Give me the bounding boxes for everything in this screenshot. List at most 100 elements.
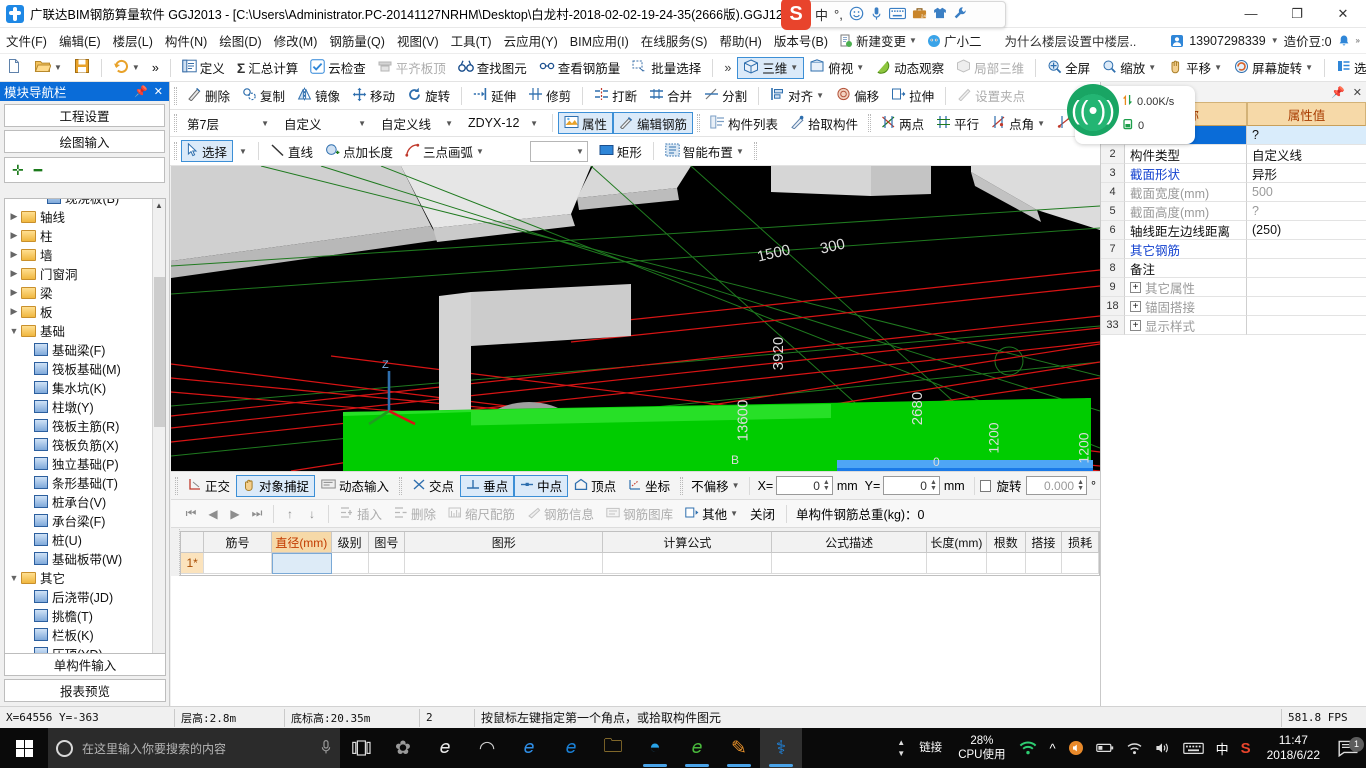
select-tool-button[interactable]: 选择 <box>181 140 234 162</box>
chevron-down-icon[interactable]: ▼ <box>7 573 21 583</box>
table-cell-6[interactable] <box>603 553 773 574</box>
chevron-right-icon[interactable]: ▶ <box>7 287 21 298</box>
category-chevron-down-icon[interactable]: ▼ <box>358 119 366 128</box>
close-button[interactable]: ✕ <box>1320 0 1366 28</box>
snap-intersection[interactable]: 交点 <box>406 475 460 497</box>
tree-item-10[interactable]: 集水坑(K) <box>5 378 165 397</box>
align-chevron-down-icon[interactable]: ▼ <box>816 91 824 100</box>
zoom-button[interactable]: 缩放 ▼ <box>1096 57 1162 79</box>
tree-item-2[interactable]: ▶ 柱 <box>5 226 165 245</box>
x-spinner[interactable]: ▲ ▼ <box>823 479 830 492</box>
menu-file[interactable]: 文件(F) <box>0 28 53 53</box>
chevron-down-icon[interactable]: ▼ <box>909 36 917 45</box>
snapbar-grip[interactable] <box>175 476 178 495</box>
tree-item-21[interactable]: 后浇带(JD) <box>5 587 165 606</box>
menu-cloud-apps[interactable]: 云应用(Y) <box>498 28 564 53</box>
point-angle-chevron-down-icon[interactable]: ▼ <box>1037 119 1045 128</box>
rotate-chevron-down-icon[interactable]: ▼ <box>1305 63 1313 72</box>
property-value[interactable]: 异形 <box>1247 164 1366 183</box>
scale-rebar-button[interactable]: 缩尺配筋 <box>442 503 521 525</box>
extend-button[interactable]: 延伸 <box>467 85 522 107</box>
ime-punctuation-icon[interactable]: °, <box>834 7 843 22</box>
property-row-10[interactable]: 33 + 显示样式 <box>1101 316 1366 335</box>
column-header-7[interactable]: 公式描述 <box>772 532 927 553</box>
draw-style-chevron-down-icon[interactable]: ▼ <box>576 147 584 156</box>
menu-component[interactable]: 构件(N) <box>159 28 213 53</box>
tree-item-1[interactable]: ▶ 轴线 <box>5 207 165 226</box>
property-value[interactable]: (250) <box>1247 221 1366 240</box>
toolbar-grip[interactable] <box>697 114 701 132</box>
tray-scroll-arrows[interactable]: ▲ ▼ <box>891 737 911 759</box>
property-row-4[interactable]: 5 截面高度(mm)? <box>1101 202 1366 221</box>
toolbar-grip[interactable] <box>868 114 872 132</box>
column-header-1[interactable]: 筋号 <box>204 532 272 553</box>
chevron-right-icon[interactable]: ▶ <box>7 211 21 222</box>
menu-online-service[interactable]: 在线服务(S) <box>635 28 714 53</box>
cloud-check-button[interactable]: 云检查 <box>304 57 372 79</box>
tree-item-6[interactable]: ▶ 板 <box>5 302 165 321</box>
merge-button[interactable]: 合并 <box>643 85 698 107</box>
chevron-down-icon[interactable]: ▼ <box>7 326 21 336</box>
ime-tray-mode[interactable]: 中 <box>1210 739 1235 758</box>
ime-emoji-icon[interactable] <box>849 6 864 24</box>
view-rebar-qty-button[interactable]: 查看钢筋量 <box>533 57 627 79</box>
line-tool-button[interactable]: 直线 <box>264 140 319 162</box>
table-cell-2[interactable] <box>271 553 332 574</box>
minimize-button[interactable]: — <box>1228 0 1274 28</box>
menu-view[interactable]: 视图(V) <box>391 28 445 53</box>
draw-style-combo[interactable]: ▼ <box>529 140 588 162</box>
app-ggj-icon[interactable]: ⚕ <box>760 728 802 768</box>
orbit-button[interactable]: 动态观察 <box>870 57 950 79</box>
select-chevron-down-icon[interactable]: ▼ <box>233 147 253 156</box>
project-settings-button[interactable]: 工程设置 <box>4 104 165 127</box>
column-header-4[interactable]: 图号 <box>368 532 406 553</box>
windows-start-icon[interactable] <box>0 728 48 768</box>
component-tree[interactable]: 现浇板(B) ▶ 轴线 ▶ 柱 ▶ 墙 ▶ 门窗洞 ▶ 梁 ▶ 板 ▼ 基础 基础梁(F) 筏板基础(M) 集水坑… <box>4 198 166 673</box>
snapbar-grip[interactable] <box>399 476 403 495</box>
browser-ie-icon[interactable]: 𝑒 <box>550 728 592 768</box>
tree-item-15[interactable]: 条形基础(T) <box>5 473 165 492</box>
move-button[interactable]: 移动 <box>346 85 401 107</box>
table-cell-5[interactable] <box>405 553 604 574</box>
column-header-11[interactable]: 损耗 <box>1062 532 1099 553</box>
bell-icon[interactable] <box>1337 34 1351 48</box>
split-button[interactable]: 分割 <box>698 85 753 107</box>
battery-icon[interactable] <box>1090 742 1120 754</box>
undo-chevron-down-icon[interactable]: ▼ <box>132 63 140 72</box>
nav-up-icon[interactable]: ↑ <box>279 507 301 521</box>
property-row-3[interactable]: 4 截面宽度(mm) 500 <box>1101 183 1366 202</box>
property-value[interactable]: 自定义线 <box>1247 145 1366 164</box>
new-file-button[interactable] <box>0 57 28 79</box>
model-viewport[interactable]: Z 21500300392013600268012001200B0 <box>171 166 1100 471</box>
snapbar-grip[interactable] <box>680 476 684 495</box>
table-cell-10[interactable] <box>1025 553 1063 574</box>
promo-link[interactable]: 为什么楼层设置中楼层.. <box>1004 31 1136 50</box>
rebar-table[interactable]: 筋号 直径(mm) 级别 图号 图形 计算公式 公式描述 长度(mm) 根数 搭接 损耗 1* <box>180 531 1100 576</box>
expand-icon[interactable]: + <box>1130 319 1141 331</box>
chevron-right-icon[interactable]: ▶ <box>7 306 21 317</box>
menu-help[interactable]: 帮助(H) <box>713 28 767 53</box>
network-icon[interactable] <box>1120 742 1149 755</box>
column-header-8[interactable]: 长度(mm) <box>926 532 987 553</box>
two-point-axis-button[interactable]: 两点 <box>875 112 930 134</box>
pin-icon[interactable]: 📌 <box>134 85 148 98</box>
smart-layout-button[interactable]: 智能布置 ▼ <box>659 140 750 162</box>
properties-pin-icon[interactable]: 📌 <box>1331 86 1345 99</box>
partial-3d-button[interactable]: 局部三维 <box>950 57 1030 79</box>
property-row-6[interactable]: 7 其它钢筋 <box>1101 240 1366 259</box>
pick-component-button[interactable]: 拾取构件 <box>784 112 864 134</box>
type-chevron-down-icon[interactable]: ▼ <box>445 119 453 128</box>
fullscreen-button[interactable]: 全屏 <box>1041 57 1096 79</box>
table-cell-9[interactable] <box>986 553 1026 574</box>
property-value[interactable] <box>1247 297 1366 316</box>
component-list-button[interactable]: 构件列表 <box>704 112 784 134</box>
close-icon[interactable]: ✕ <box>154 85 163 98</box>
account-phone[interactable]: 13907298339 <box>1189 34 1265 48</box>
pan-chevron-down-icon[interactable]: ▼ <box>1214 63 1222 72</box>
nav-last-icon[interactable]: ⏭ <box>246 506 268 521</box>
single-component-input-button[interactable]: 单构件输入 <box>4 653 166 676</box>
file-explorer-icon[interactable]: 🗀 <box>592 728 634 768</box>
parallel-axis-button[interactable]: 平行 <box>930 112 985 134</box>
delete-row-button[interactable]: 删除 <box>388 503 442 525</box>
rebar-info-button[interactable]: 钢筋信息 <box>521 503 600 525</box>
